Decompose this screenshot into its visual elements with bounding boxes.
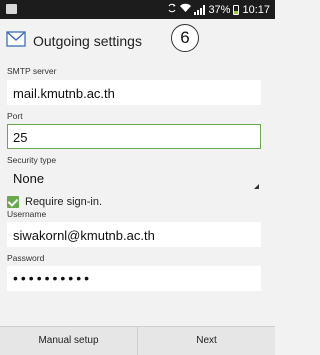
smtp-server-label: SMTP server <box>7 66 57 76</box>
status-time: 10:17 <box>242 3 270 16</box>
dropdown-arrow-icon <box>254 184 259 189</box>
require-signin-label: Require sign-in. <box>25 196 103 208</box>
page-title: Outgoing settings <box>33 33 142 49</box>
battery-icon <box>233 4 240 15</box>
port-label: Port <box>7 111 23 121</box>
security-type-label: Security type <box>7 155 57 165</box>
security-type-value: None <box>13 171 45 186</box>
status-bar: 37% 10:17 <box>0 0 275 19</box>
step-badge: 6 <box>171 24 199 52</box>
smtp-server-field[interactable]: mail.kmutnb.ac.th <box>7 80 261 105</box>
battery-percent: 37% <box>208 3 231 16</box>
wifi-icon <box>180 3 192 16</box>
username-field[interactable]: siwakornl@kmutnb.ac.th <box>7 222 261 247</box>
bottom-button-bar: Manual setup Next <box>0 326 275 355</box>
password-label: Password <box>7 253 45 263</box>
username-label: Username <box>7 209 47 219</box>
require-signin-checkbox[interactable] <box>7 196 19 208</box>
port-field[interactable]: 25 <box>7 124 261 149</box>
envelope-icon <box>6 31 26 47</box>
header: Outgoing settings <box>0 19 275 59</box>
status-icons: 37% 10:17 <box>167 3 270 16</box>
next-button[interactable]: Next <box>138 327 275 355</box>
signal-icon <box>194 4 206 15</box>
security-type-select[interactable]: None <box>7 167 261 192</box>
manual-setup-button[interactable]: Manual setup <box>0 327 137 355</box>
require-signin-row[interactable]: Require sign-in. <box>7 195 102 209</box>
sync-icon <box>167 3 177 16</box>
password-field[interactable]: •••••••••• <box>7 266 261 291</box>
app-notification-icon <box>6 4 17 14</box>
